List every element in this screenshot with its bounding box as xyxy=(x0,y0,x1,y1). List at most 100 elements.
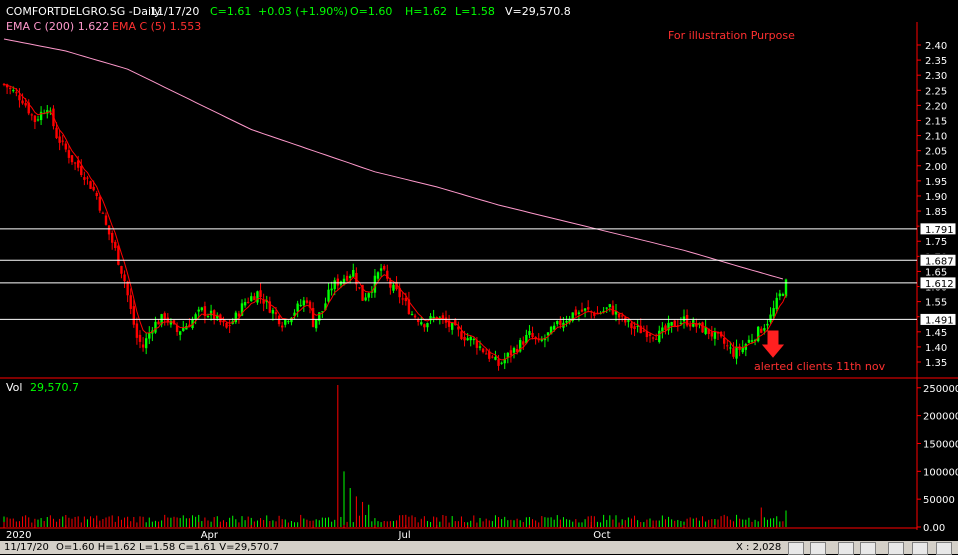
candle xyxy=(256,290,259,305)
candle xyxy=(534,336,537,345)
candle xyxy=(225,322,228,329)
candle-body xyxy=(784,279,788,297)
candle-body xyxy=(735,346,738,359)
candle xyxy=(580,302,584,313)
candle-body xyxy=(138,334,142,342)
toolbar-grid-icon[interactable] xyxy=(860,542,876,555)
candle xyxy=(61,135,64,146)
candle xyxy=(379,263,383,277)
price-tick-label: 2.30 xyxy=(925,71,947,82)
status-x-readout: X : 2,028 xyxy=(736,542,782,553)
price-panel xyxy=(2,22,916,378)
candle xyxy=(413,313,417,319)
candle xyxy=(781,292,785,297)
candle xyxy=(537,333,540,343)
candle xyxy=(503,352,506,370)
candle-body xyxy=(126,281,129,296)
price-tick-label: 2.15 xyxy=(925,116,947,127)
candle-body xyxy=(61,140,64,142)
candle-body xyxy=(574,309,578,316)
candle xyxy=(246,297,250,304)
candle xyxy=(364,292,367,302)
candle-body xyxy=(528,331,531,335)
candle-body xyxy=(30,114,34,116)
candle xyxy=(253,292,256,301)
candle xyxy=(778,289,782,301)
candle xyxy=(277,314,281,327)
candle-body xyxy=(274,312,278,315)
candle-body xyxy=(605,307,608,309)
candle-body xyxy=(132,306,136,325)
candle-body xyxy=(98,196,102,211)
candle xyxy=(710,326,714,341)
candle xyxy=(262,293,265,312)
alert-note: alerted clients 11th nov xyxy=(754,360,886,373)
candle-body xyxy=(426,323,429,328)
candle xyxy=(123,270,126,288)
candle xyxy=(287,320,290,325)
candle xyxy=(222,316,225,327)
candle xyxy=(352,263,355,278)
candle xyxy=(259,283,262,304)
candle xyxy=(141,337,145,352)
candle-body xyxy=(123,274,126,282)
candle-body xyxy=(627,320,630,322)
candle-body xyxy=(633,326,636,330)
horizontal-levels: 1.791 1.687 1.612 1.491 xyxy=(0,222,957,326)
candle-body xyxy=(364,297,367,301)
candle-body xyxy=(472,339,476,341)
candle xyxy=(120,265,123,279)
candle-body xyxy=(379,268,383,271)
candle-body xyxy=(722,337,726,344)
candle-body xyxy=(104,215,108,225)
toolbar-text-icon[interactable] xyxy=(888,542,904,555)
candle xyxy=(110,230,114,250)
ema200-legend: EMA C (200) 1.622 xyxy=(6,20,110,33)
candle-body xyxy=(287,321,290,323)
candle xyxy=(438,316,442,325)
candle xyxy=(83,171,86,186)
candle-body xyxy=(373,275,377,293)
candle xyxy=(630,321,633,335)
candle-body xyxy=(64,143,68,150)
toolbar-pen-icon[interactable] xyxy=(838,542,854,555)
candle-body xyxy=(299,305,302,307)
candle-body xyxy=(460,331,463,340)
candle-body xyxy=(747,339,751,343)
candle xyxy=(70,155,74,165)
candle-body xyxy=(750,340,754,342)
candle-body xyxy=(420,322,423,325)
candle-body xyxy=(262,300,265,304)
candle xyxy=(416,317,420,326)
candle xyxy=(457,321,460,337)
candle-body xyxy=(661,327,664,332)
candle xyxy=(500,361,503,365)
candle-body xyxy=(484,353,488,355)
toolbar-settings-icon[interactable] xyxy=(936,542,952,555)
volume-tick-label: 250000 xyxy=(923,384,958,395)
candle-body xyxy=(148,332,151,339)
candle xyxy=(685,309,689,328)
volume-tick-label: 0.00 xyxy=(923,523,945,534)
candle xyxy=(209,304,213,321)
candle xyxy=(234,310,238,325)
candle xyxy=(117,245,120,266)
candle-body xyxy=(658,330,661,342)
candle-body xyxy=(497,359,500,366)
candle-body xyxy=(682,316,686,322)
toolbar-zoom-icon[interactable] xyxy=(810,542,826,555)
candle-body xyxy=(327,289,330,302)
candle-body xyxy=(481,348,485,353)
candle xyxy=(648,332,652,343)
toolbar-chart-icon[interactable] xyxy=(788,542,804,555)
price-tick-label: 1.40 xyxy=(925,343,947,354)
candle xyxy=(447,314,451,333)
candle-body xyxy=(348,276,352,278)
candle xyxy=(426,322,429,332)
candle xyxy=(203,301,207,324)
toolbar-crosshair-icon[interactable] xyxy=(912,542,928,555)
candle xyxy=(73,161,77,171)
candle-body xyxy=(556,321,559,325)
candle-body xyxy=(766,323,769,326)
candle xyxy=(163,311,166,326)
